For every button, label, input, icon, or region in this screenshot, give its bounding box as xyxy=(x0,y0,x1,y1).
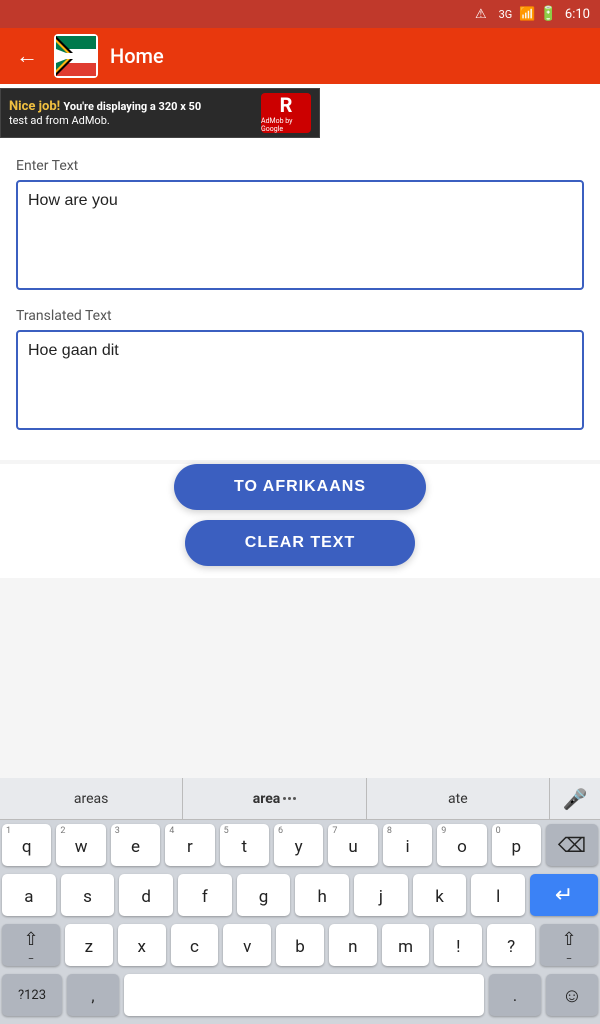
flag-icon xyxy=(54,34,98,78)
key-y[interactable]: 6y xyxy=(274,824,323,866)
key-e[interactable]: 3e xyxy=(111,824,160,866)
status-icons: ⚠ 3G 📶 🔋 6:10 xyxy=(475,6,590,22)
ad-nice-text: Nice job! You're displaying a 320 x 50 xyxy=(9,99,201,114)
keyboard-row-bottom: ?123 , . ☺ xyxy=(0,970,600,1024)
main-content: Enter Text How are you Translated Text H… xyxy=(0,142,600,460)
ad-desc-text: test ad from AdMob. xyxy=(9,114,201,127)
mic-button[interactable]: 🎤 xyxy=(550,778,600,819)
key-p[interactable]: 0p xyxy=(492,824,541,866)
suggestion-ate[interactable]: ate xyxy=(367,778,550,819)
time-display: 6:10 xyxy=(565,7,590,22)
sa-flag-svg xyxy=(56,36,96,76)
translated-text-label: Translated Text xyxy=(16,308,584,324)
key-x[interactable]: x xyxy=(118,924,166,966)
key-b[interactable]: b xyxy=(276,924,324,966)
key-q[interactable]: 1q xyxy=(2,824,51,866)
dots xyxy=(283,797,296,800)
key-w[interactable]: 2w xyxy=(56,824,105,866)
warning-icon: ⚠ xyxy=(475,7,487,22)
ad-logo: R AdMob by Google xyxy=(261,93,311,133)
key-h[interactable]: h xyxy=(295,874,349,916)
key-m[interactable]: m xyxy=(382,924,430,966)
ad-banner[interactable]: Nice job! You're displaying a 320 x 50 t… xyxy=(0,88,320,138)
key-d[interactable]: d xyxy=(119,874,173,916)
key-c[interactable]: c xyxy=(171,924,219,966)
status-bar: ⚠ 3G 📶 🔋 6:10 xyxy=(0,0,600,28)
suggestion-areas[interactable]: areas xyxy=(0,778,183,819)
key-question[interactable]: ? xyxy=(487,924,535,966)
keyboard-row-2: a s d f g h j k l ↵ xyxy=(0,870,600,920)
keyboard-row-3: ⇧_ z x c v b n m ! ? ⇧_ xyxy=(0,920,600,970)
suggestion-area[interactable]: area xyxy=(183,778,366,819)
ad-container: Nice job! You're displaying a 320 x 50 t… xyxy=(0,84,600,142)
back-button[interactable]: ← xyxy=(12,39,42,73)
battery-icon: 🔋 xyxy=(539,6,556,22)
key-space[interactable] xyxy=(124,974,484,1016)
ad-logo-bottom: AdMob by Google xyxy=(261,117,311,133)
key-exclaim[interactable]: ! xyxy=(434,924,482,966)
key-num-sym[interactable]: ?123 xyxy=(2,974,62,1016)
key-z[interactable]: z xyxy=(65,924,113,966)
ad-logo-letter: R xyxy=(280,93,293,117)
translate-button[interactable]: TO AFRIKAANS xyxy=(174,464,426,510)
key-emoji[interactable]: ☺ xyxy=(546,974,598,1016)
translated-text-content: Hoe gaan dit xyxy=(28,342,119,359)
key-shift-right[interactable]: ⇧_ xyxy=(540,924,598,966)
app-title: Home xyxy=(110,44,164,68)
key-j[interactable]: j xyxy=(354,874,408,916)
key-comma[interactable]: , xyxy=(67,974,119,1016)
button-row: TO AFRIKAANS CLEAR TEXT xyxy=(0,464,600,578)
key-l[interactable]: l xyxy=(471,874,525,916)
key-i[interactable]: 8i xyxy=(383,824,432,866)
key-u[interactable]: 7u xyxy=(328,824,377,866)
enter-text-label: Enter Text xyxy=(16,158,584,174)
input-textarea[interactable]: How are you xyxy=(16,180,584,290)
key-backspace[interactable]: ⌫ xyxy=(546,824,598,866)
key-r[interactable]: 4r xyxy=(165,824,214,866)
key-g[interactable]: g xyxy=(237,874,291,916)
keyboard: areas area ate 🎤 1q 2w 3e 4r 5t 6y 7u 8i… xyxy=(0,778,600,1024)
key-enter[interactable]: ↵ xyxy=(530,874,598,916)
signal-icon: 📶 xyxy=(519,7,535,22)
key-period[interactable]: . xyxy=(489,974,541,1016)
top-bar: ← Home xyxy=(0,28,600,84)
key-k[interactable]: k xyxy=(413,874,467,916)
clear-button[interactable]: CLEAR TEXT xyxy=(185,520,415,566)
network-type: 3G xyxy=(499,8,513,21)
key-s[interactable]: s xyxy=(61,874,115,916)
key-o[interactable]: 9o xyxy=(437,824,486,866)
key-n[interactable]: n xyxy=(329,924,377,966)
suggestions-bar: areas area ate 🎤 xyxy=(0,778,600,820)
translated-text-box: Hoe gaan dit xyxy=(16,330,584,430)
key-shift-left[interactable]: ⇧_ xyxy=(2,924,60,966)
key-f[interactable]: f xyxy=(178,874,232,916)
key-a[interactable]: a xyxy=(2,874,56,916)
ad-text: Nice job! You're displaying a 320 x 50 t… xyxy=(9,99,201,127)
key-v[interactable]: v xyxy=(223,924,271,966)
key-t[interactable]: 5t xyxy=(220,824,269,866)
keyboard-row-1: 1q 2w 3e 4r 5t 6y 7u 8i 9o 0p ⌫ xyxy=(0,820,600,870)
